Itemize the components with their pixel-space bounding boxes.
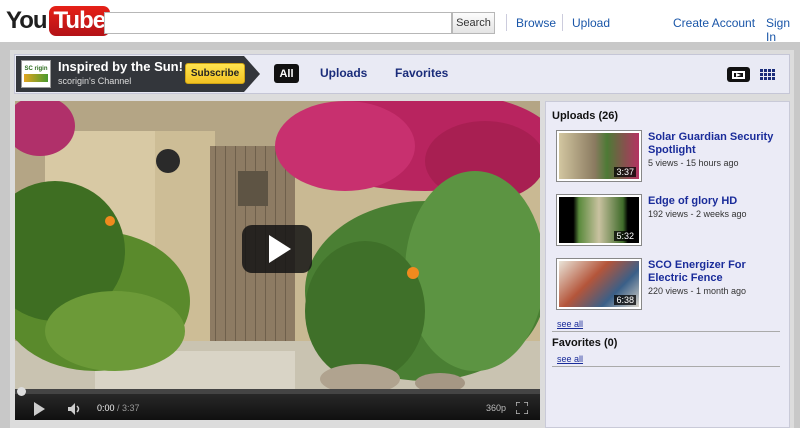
- volume-icon[interactable]: [68, 403, 82, 415]
- section-divider: [552, 331, 780, 332]
- total-duration: / 3:37: [117, 403, 140, 413]
- video-meta: 192 views - 2 weeks ago: [648, 209, 747, 219]
- subscribe-button[interactable]: Subscribe: [185, 63, 245, 84]
- channel-subtitle: scorigin's Channel: [58, 76, 132, 86]
- video-title[interactable]: SCO Energizer For Electric Fence: [648, 259, 788, 285]
- play-icon: [268, 235, 291, 263]
- search-input[interactable]: [104, 12, 452, 34]
- channel-avatar-graphic: [24, 74, 48, 82]
- browse-link[interactable]: Browse: [516, 16, 556, 30]
- sign-in-link[interactable]: Sign In: [766, 16, 800, 44]
- quality-selector[interactable]: 360p: [486, 403, 506, 413]
- video-duration: 5:32: [614, 231, 636, 241]
- video-meta: 220 views - 1 month ago: [648, 286, 747, 296]
- big-play-button[interactable]: [242, 225, 312, 273]
- channel-avatar-text: SC rigin: [24, 66, 48, 72]
- create-account-link[interactable]: Create Account: [673, 16, 755, 30]
- logo-tube-text: Tube: [48, 6, 111, 36]
- tab-all[interactable]: All: [274, 64, 299, 83]
- search-button[interactable]: Search: [452, 12, 495, 34]
- current-time: 0:00: [97, 403, 115, 413]
- uploads-header: Uploads (26): [552, 110, 619, 122]
- time-display: 0:00 / 3:37: [97, 403, 140, 413]
- progress-handle[interactable]: [17, 387, 26, 396]
- tab-favorites[interactable]: Favorites: [395, 66, 448, 80]
- video-duration: 3:37: [614, 167, 636, 177]
- favorites-header: Favorites (0): [552, 337, 618, 349]
- logo-you-text: You: [6, 7, 48, 34]
- video-title[interactable]: Solar Guardian Security Spotlight: [648, 131, 788, 157]
- section-divider: [552, 366, 780, 367]
- nav-separator: [562, 14, 563, 31]
- video-thumbnail[interactable]: 6:38: [556, 258, 642, 310]
- grid-view-icon[interactable]: [760, 69, 777, 80]
- video-meta: 5 views - 15 hours ago: [648, 158, 739, 168]
- video-thumbnail[interactable]: 3:37: [556, 130, 642, 182]
- play-icon[interactable]: [34, 402, 45, 416]
- video-title[interactable]: Edge of glory HD: [648, 195, 788, 208]
- channel-avatar[interactable]: SC rigin: [21, 60, 51, 88]
- nav-separator: [506, 14, 507, 31]
- see-all-uploads-link[interactable]: see all: [557, 319, 583, 329]
- fullscreen-icon[interactable]: [516, 402, 528, 414]
- progress-bar[interactable]: [15, 389, 540, 394]
- tab-uploads[interactable]: Uploads: [320, 66, 367, 80]
- video-thumbnail[interactable]: 5:32: [556, 194, 642, 246]
- player-controls: [15, 390, 540, 420]
- channel-title[interactable]: Inspired by the Sun!: [58, 59, 183, 74]
- upload-link[interactable]: Upload: [572, 16, 610, 30]
- player-view-icon[interactable]: [727, 67, 750, 82]
- youtube-logo[interactable]: You Tube: [6, 6, 111, 36]
- see-all-favorites-link[interactable]: see all: [557, 354, 583, 364]
- video-duration: 6:38: [614, 295, 636, 305]
